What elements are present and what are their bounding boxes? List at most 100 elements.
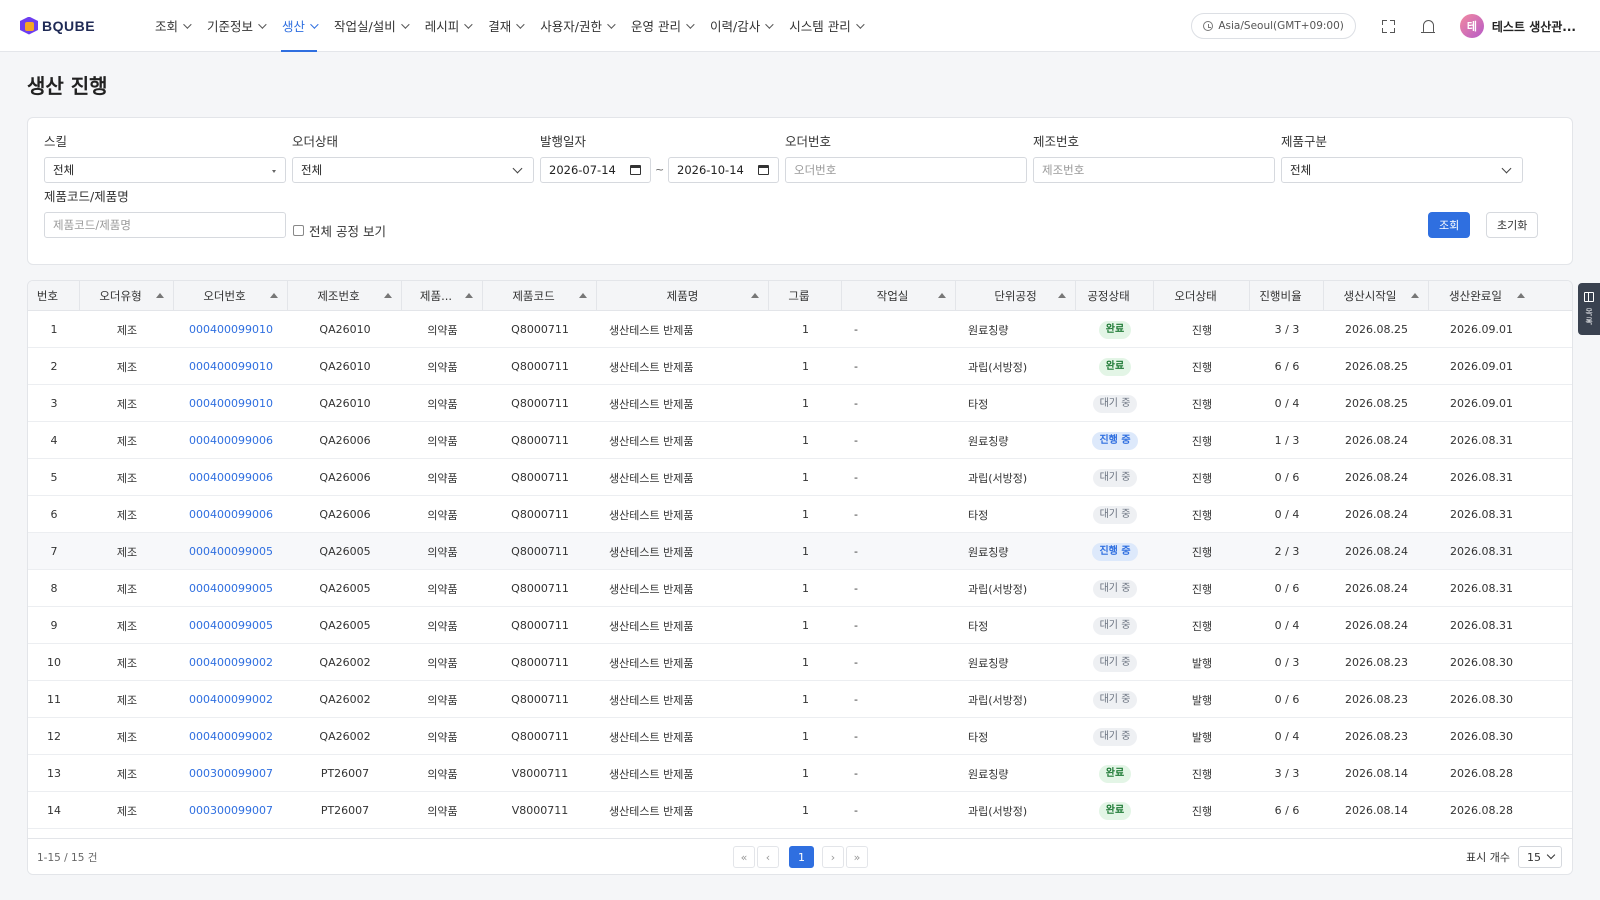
- issue-date-to[interactable]: 2026-10-14: [668, 157, 779, 183]
- cell-order[interactable]: 000400099010: [174, 385, 288, 422]
- nav-item-3[interactable]: 작업실/설비: [325, 0, 416, 52]
- table-row[interactable]: 1 제조 000400099010 QA26010 의약품 Q8000711 생산테스트 반…: [28, 311, 1572, 348]
- column-header-pstatus[interactable]: 공정상태: [1076, 281, 1154, 311]
- column-header-ratio[interactable]: 진행비율: [1250, 281, 1324, 311]
- cell-type: 제조: [116, 434, 138, 448]
- column-header-label: 생산완료일: [1449, 289, 1502, 303]
- product-type-select[interactable]: 전체: [1281, 157, 1523, 183]
- product-code-input[interactable]: 제품코드/제품명: [44, 212, 286, 238]
- sort-icon[interactable]: [465, 293, 473, 298]
- brand-logo[interactable]: BQUBE: [20, 16, 120, 35]
- sort-icon[interactable]: [579, 293, 587, 298]
- nav-item-2[interactable]: 생산: [273, 0, 325, 52]
- skill-select[interactable]: 전체: [44, 157, 286, 183]
- column-header-start[interactable]: 생산시작일: [1324, 281, 1429, 311]
- column-header-ostatus[interactable]: 오더상태: [1154, 281, 1250, 311]
- sort-icon[interactable]: [270, 293, 278, 298]
- cell-pstatus: 완료: [1076, 348, 1154, 385]
- sort-icon[interactable]: [156, 293, 164, 298]
- nav-item-5[interactable]: 결재: [479, 0, 531, 52]
- cell-order[interactable]: 000400099010: [174, 311, 288, 348]
- column-header-label: 오더상태: [1174, 289, 1217, 303]
- sort-icon[interactable]: [384, 293, 392, 298]
- calendar-icon[interactable]: [758, 165, 769, 175]
- column-header-cat[interactable]: 제품...: [402, 281, 483, 311]
- user-menu[interactable]: 테 테스트 생산관...: [1459, 14, 1576, 38]
- cell-start: 2026.08.25: [1345, 323, 1408, 336]
- column-header-end[interactable]: 생산완료일: [1429, 281, 1534, 311]
- column-header-room[interactable]: 작업실: [842, 281, 956, 311]
- issue-date-from[interactable]: 2026-07-14: [540, 157, 651, 183]
- prev-page-button[interactable]: ‹: [757, 846, 779, 868]
- order-status-select[interactable]: 전체: [292, 157, 534, 183]
- table-row[interactable]: 8 제조 000400099005 QA26005 의약품 Q8000711 생산테스트 반…: [28, 570, 1572, 607]
- cell-name: 생산테스트 반제품: [609, 397, 694, 411]
- mfg-no-input[interactable]: 제조번호: [1033, 157, 1275, 183]
- cell-order[interactable]: 000400099002: [174, 718, 288, 755]
- search-button[interactable]: 조회: [1428, 212, 1471, 238]
- nav-item-8[interactable]: 이력/감사: [701, 0, 780, 52]
- cell-order[interactable]: 000400099005: [174, 607, 288, 644]
- first-page-button[interactable]: «: [733, 846, 755, 868]
- table-row[interactable]: 7 제조 000400099005 QA26005 의약품 Q8000711 생산테스트 반…: [28, 533, 1572, 570]
- cell-order[interactable]: 000400099002: [174, 681, 288, 718]
- sort-icon[interactable]: [1058, 293, 1066, 298]
- cell-pstatus: 진행 중: [1076, 533, 1154, 570]
- cell-order[interactable]: 000400099006: [174, 459, 288, 496]
- sort-icon[interactable]: [1411, 293, 1419, 298]
- table-row[interactable]: 6 제조 000400099006 QA26006 의약품 Q8000711 생산테스트 반…: [28, 496, 1572, 533]
- nav-item-9[interactable]: 시스템 관리: [780, 0, 870, 52]
- skill-value: 전체: [53, 163, 75, 177]
- side-panel-toggle[interactable]: 목록: [1578, 283, 1600, 335]
- table-row[interactable]: 12 제조 000400099002 QA26002 의약품 Q8000711 생산테스트 …: [28, 718, 1572, 755]
- column-header-group[interactable]: 그룹: [769, 281, 842, 311]
- reset-button[interactable]: 초기화: [1486, 212, 1539, 238]
- column-header-code[interactable]: 제품코드: [483, 281, 597, 311]
- table-row[interactable]: 13 제조 000300099007 PT26007 의약품 V8000711 생산테스트 …: [28, 755, 1572, 792]
- sort-icon[interactable]: [1517, 293, 1525, 298]
- table-row[interactable]: 4 제조 000400099006 QA26006 의약품 Q8000711 생산테스트 반…: [28, 422, 1572, 459]
- table-row[interactable]: 5 제조 000400099006 QA26006 의약품 Q8000711 생산테스트 반…: [28, 459, 1572, 496]
- column-header-mfg[interactable]: 제조번호: [288, 281, 402, 311]
- chevron-down-icon: [765, 19, 774, 29]
- table-row[interactable]: 11 제조 000400099002 QA26002 의약품 Q8000711 생산테스트 …: [28, 681, 1572, 718]
- cell-order[interactable]: 000300099007: [174, 792, 288, 829]
- last-page-button[interactable]: »: [846, 846, 868, 868]
- sort-icon[interactable]: [751, 293, 759, 298]
- table-row[interactable]: 2 제조 000400099010 QA26010 의약품 Q8000711 생산테스트 반…: [28, 348, 1572, 385]
- cell-order[interactable]: 000400099010: [174, 348, 288, 385]
- table-row[interactable]: 10 제조 000400099002 QA26002 의약품 Q8000711 생산테스트 …: [28, 644, 1572, 681]
- fullscreen-button[interactable]: [1370, 7, 1408, 45]
- nav-item-6[interactable]: 사용자/권한: [531, 0, 622, 52]
- column-header-type[interactable]: 오더유형: [80, 281, 174, 311]
- cell-order[interactable]: 000400099006: [174, 496, 288, 533]
- column-header-order[interactable]: 오더번호: [174, 281, 288, 311]
- current-page-button[interactable]: 1: [789, 846, 814, 868]
- table-row[interactable]: 3 제조 000400099010 QA26010 의약품 Q8000711 생산테스트 반…: [28, 385, 1572, 422]
- page-size-select[interactable]: 15: [1518, 846, 1562, 868]
- nav-item-0[interactable]: 조회: [146, 0, 198, 52]
- order-no-input[interactable]: 오더번호: [785, 157, 1027, 183]
- timezone-selector[interactable]: Asia/Seoul(GMT+09:00): [1191, 13, 1356, 39]
- column-header-name[interactable]: 제품명: [597, 281, 769, 311]
- cell-mfg: PT26007: [320, 767, 370, 780]
- cell-order[interactable]: 000400099002: [174, 644, 288, 681]
- nav-item-7[interactable]: 운영 관리: [622, 0, 701, 52]
- sort-icon[interactable]: [938, 293, 946, 298]
- calendar-icon[interactable]: [630, 165, 641, 175]
- notification-button[interactable]: [1410, 7, 1448, 45]
- show-all-process-checkbox[interactable]: 전체 공정 보기: [293, 221, 386, 240]
- cell-order[interactable]: 000300099007: [174, 755, 288, 792]
- table-row[interactable]: 9 제조 000400099005 QA26005 의약품 Q8000711 생산테스트 반…: [28, 607, 1572, 644]
- column-header-process[interactable]: 단위공정: [956, 281, 1076, 311]
- nav-item-1[interactable]: 기준정보: [198, 0, 273, 52]
- next-page-button[interactable]: ›: [822, 846, 844, 868]
- cell-order[interactable]: 000400099005: [174, 533, 288, 570]
- column-header-no[interactable]: 번호: [28, 281, 80, 311]
- cell-order[interactable]: 000400099005: [174, 570, 288, 607]
- checkbox-box[interactable]: [293, 225, 304, 236]
- table-row[interactable]: 14 제조 000300099007 PT26007 의약품 V8000711 생산테스트 …: [28, 792, 1572, 829]
- cell-order[interactable]: 000400099006: [174, 422, 288, 459]
- nav-item-4[interactable]: 레시피: [416, 0, 480, 52]
- cell-cat: 의약품: [427, 471, 458, 485]
